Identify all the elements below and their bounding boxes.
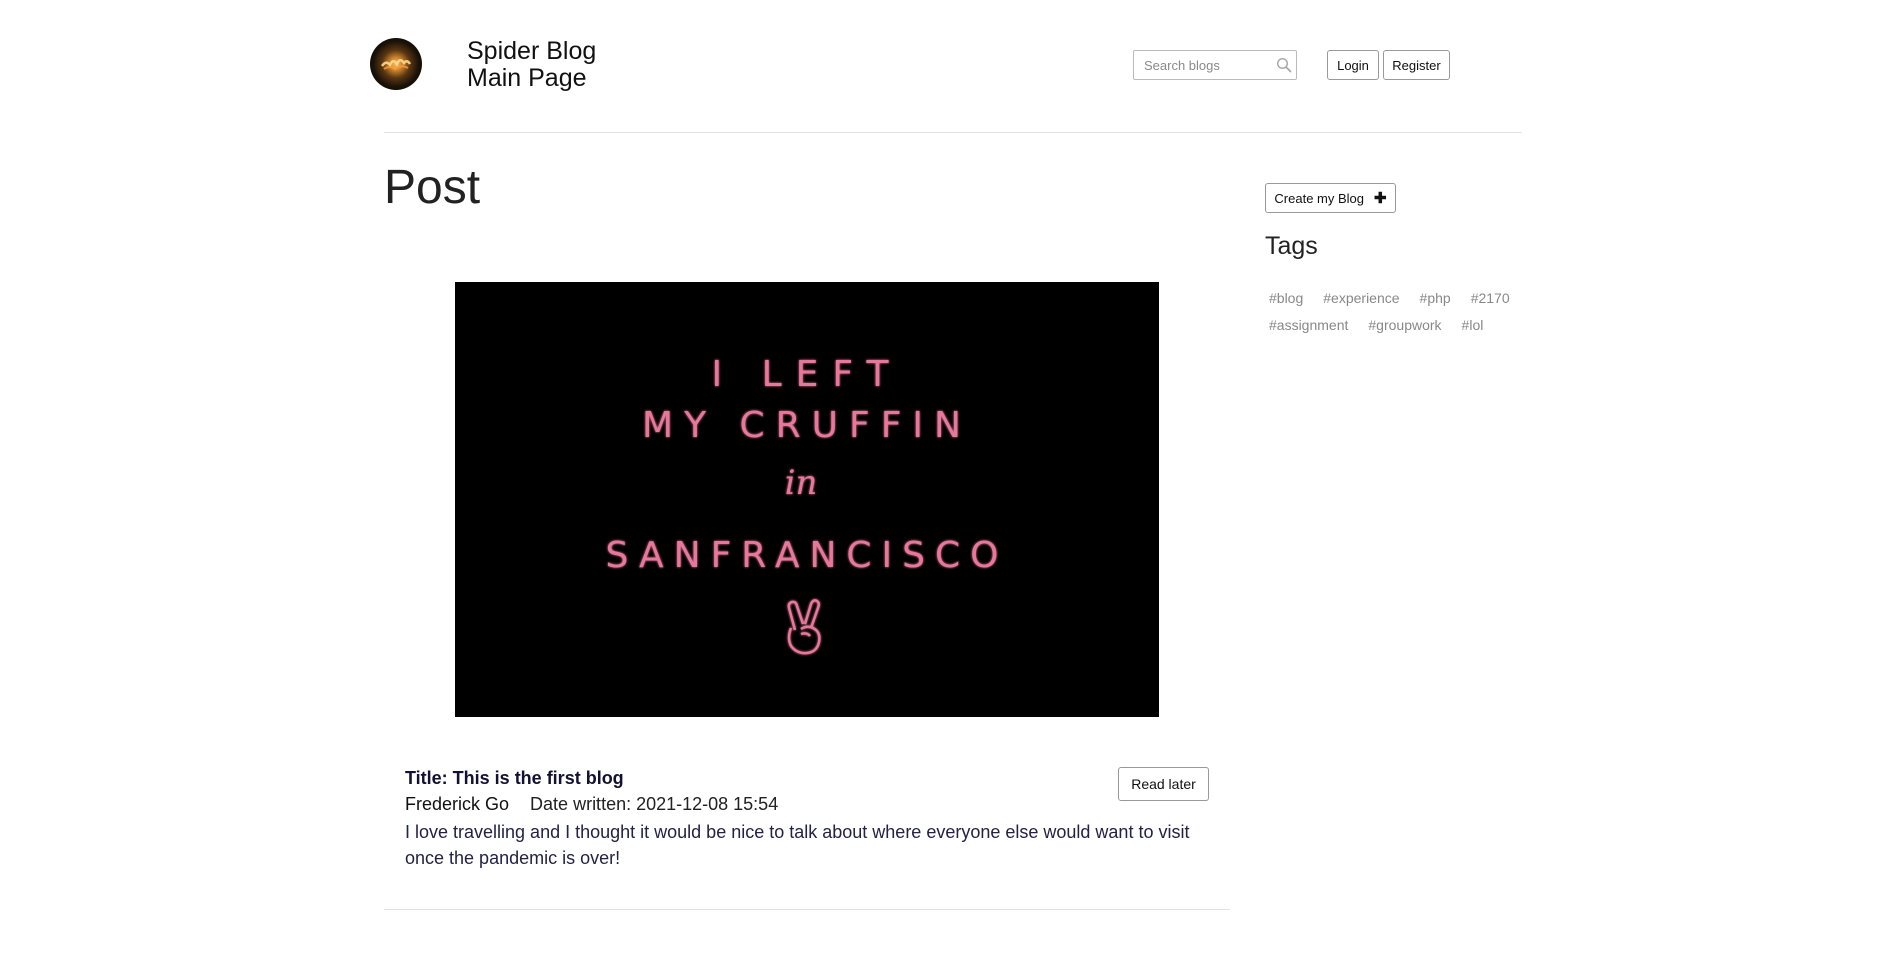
site-title-line2: Main Page	[467, 64, 587, 92]
site-header: Spider Blog Main Page Login Register	[0, 0, 1889, 133]
blog-logo-icon[interactable]	[370, 38, 422, 90]
site-title-line1: Spider Blog	[467, 37, 597, 65]
post-author[interactable]: Frederick Go	[405, 794, 509, 814]
image-text-line4: SANFRANCISCO	[606, 535, 1009, 576]
tag-link[interactable]: #groupwork	[1368, 317, 1441, 333]
read-later-button[interactable]: Read later	[1118, 767, 1209, 801]
post-divider	[384, 909, 1230, 910]
login-button[interactable]: Login	[1327, 50, 1379, 80]
post-image: I LEFT MY CRUFFIN in SANFRANCISCO	[455, 282, 1159, 717]
image-text-line1: I LEFT	[712, 354, 903, 395]
search-icon[interactable]	[1276, 57, 1292, 73]
post-title[interactable]: Title: This is the first blog	[405, 768, 624, 789]
tag-list: #blog #experience #php #2170 #assignment…	[1269, 290, 1529, 333]
post-date: Date written: 2021-12-08 15:54	[530, 794, 779, 814]
post-excerpt: I love travelling and I thought it would…	[405, 822, 1190, 868]
image-text-line3: in	[785, 463, 818, 503]
tag-link[interactable]: #blog	[1269, 290, 1303, 306]
tag-link[interactable]: #experience	[1323, 290, 1399, 306]
image-text-line2: MY CRUFFIN	[642, 405, 972, 446]
tag-link[interactable]: #assignment	[1269, 317, 1348, 333]
create-blog-button[interactable]: Create my Blog ✚	[1265, 183, 1396, 213]
tag-link[interactable]: #2170	[1471, 290, 1510, 306]
register-button[interactable]: Register	[1383, 50, 1450, 80]
tag-link[interactable]: #lol	[1462, 317, 1484, 333]
tag-link[interactable]: #php	[1420, 290, 1451, 306]
plus-icon: ✚	[1374, 190, 1387, 207]
page-title: Post	[384, 161, 481, 214]
tags-heading: Tags	[1265, 232, 1318, 260]
search-input[interactable]	[1134, 51, 1274, 79]
post-meta: Frederick Go Date written: 2021-12-08 15…	[405, 794, 778, 815]
search-box	[1133, 50, 1297, 80]
site-title: Spider Blog Main Page	[467, 38, 596, 92]
create-blog-label: Create my Blog	[1274, 190, 1364, 206]
header-divider	[384, 132, 1522, 133]
